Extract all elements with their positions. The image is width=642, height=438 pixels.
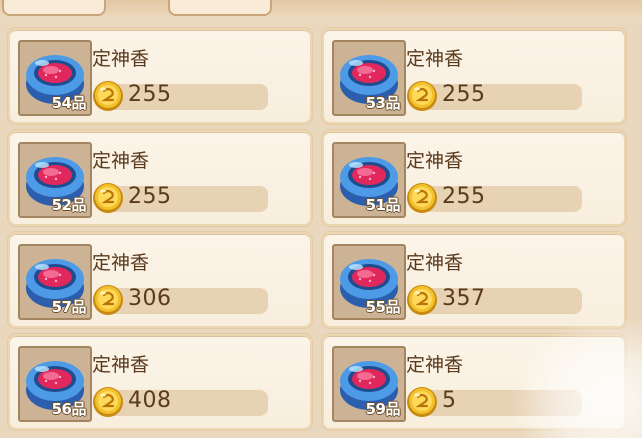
item-card[interactable]: 55品 定神香 357 <box>322 232 626 328</box>
gold-coin-icon <box>92 284 124 320</box>
item-name: 定神香 <box>406 48 464 70</box>
item-grade: 59品 <box>365 400 401 418</box>
item-card[interactable]: 51品 定神香 255 <box>322 130 626 226</box>
item-price: 5 <box>442 388 457 413</box>
item-name: 定神香 <box>406 354 464 376</box>
gold-coin-icon <box>92 182 124 218</box>
item-name: 定神香 <box>92 48 150 70</box>
item-price: 306 <box>128 286 172 311</box>
item-icon-frame: 54品 <box>18 40 92 116</box>
gold-coin-icon <box>406 284 438 320</box>
item-name: 定神香 <box>406 252 464 274</box>
item-card[interactable]: 59品 定神香 5 <box>322 334 626 430</box>
item-price: 408 <box>128 388 172 413</box>
item-grade: 54品 <box>51 94 87 112</box>
item-name: 定神香 <box>92 354 150 376</box>
item-icon-frame: 56品 <box>18 346 92 422</box>
item-card[interactable]: 57品 定神香 306 <box>8 232 312 328</box>
item-grid: 54品 定神香 255 53品 定神香 255 52品 定神香 255 51品 … <box>0 0 642 430</box>
item-price: 357 <box>442 286 486 311</box>
item-grade: 56品 <box>51 400 87 418</box>
item-icon-frame: 55品 <box>332 244 406 320</box>
gold-coin-icon <box>406 386 438 422</box>
item-card[interactable]: 53品 定神香 255 <box>322 28 626 124</box>
item-icon-frame: 52品 <box>18 142 92 218</box>
item-card[interactable]: 54品 定神香 255 <box>8 28 312 124</box>
item-icon-frame: 57品 <box>18 244 92 320</box>
item-price: 255 <box>128 184 172 209</box>
item-name: 定神香 <box>92 252 150 274</box>
gold-coin-icon <box>92 386 124 422</box>
item-card[interactable]: 52品 定神香 255 <box>8 130 312 226</box>
item-name: 定神香 <box>406 150 464 172</box>
item-grade: 53品 <box>365 94 401 112</box>
item-price: 255 <box>442 82 486 107</box>
gold-coin-icon <box>406 80 438 116</box>
gold-coin-icon <box>92 80 124 116</box>
item-price: 255 <box>128 82 172 107</box>
item-grade: 52品 <box>51 196 87 214</box>
gold-coin-icon <box>406 182 438 218</box>
item-price: 255 <box>442 184 486 209</box>
item-name: 定神香 <box>92 150 150 172</box>
item-grade: 57品 <box>51 298 87 316</box>
item-icon-frame: 59品 <box>332 346 406 422</box>
item-icon-frame: 53品 <box>332 40 406 116</box>
item-grade: 51品 <box>365 196 401 214</box>
item-card[interactable]: 56品 定神香 408 <box>8 334 312 430</box>
item-icon-frame: 51品 <box>332 142 406 218</box>
item-grade: 55品 <box>365 298 401 316</box>
